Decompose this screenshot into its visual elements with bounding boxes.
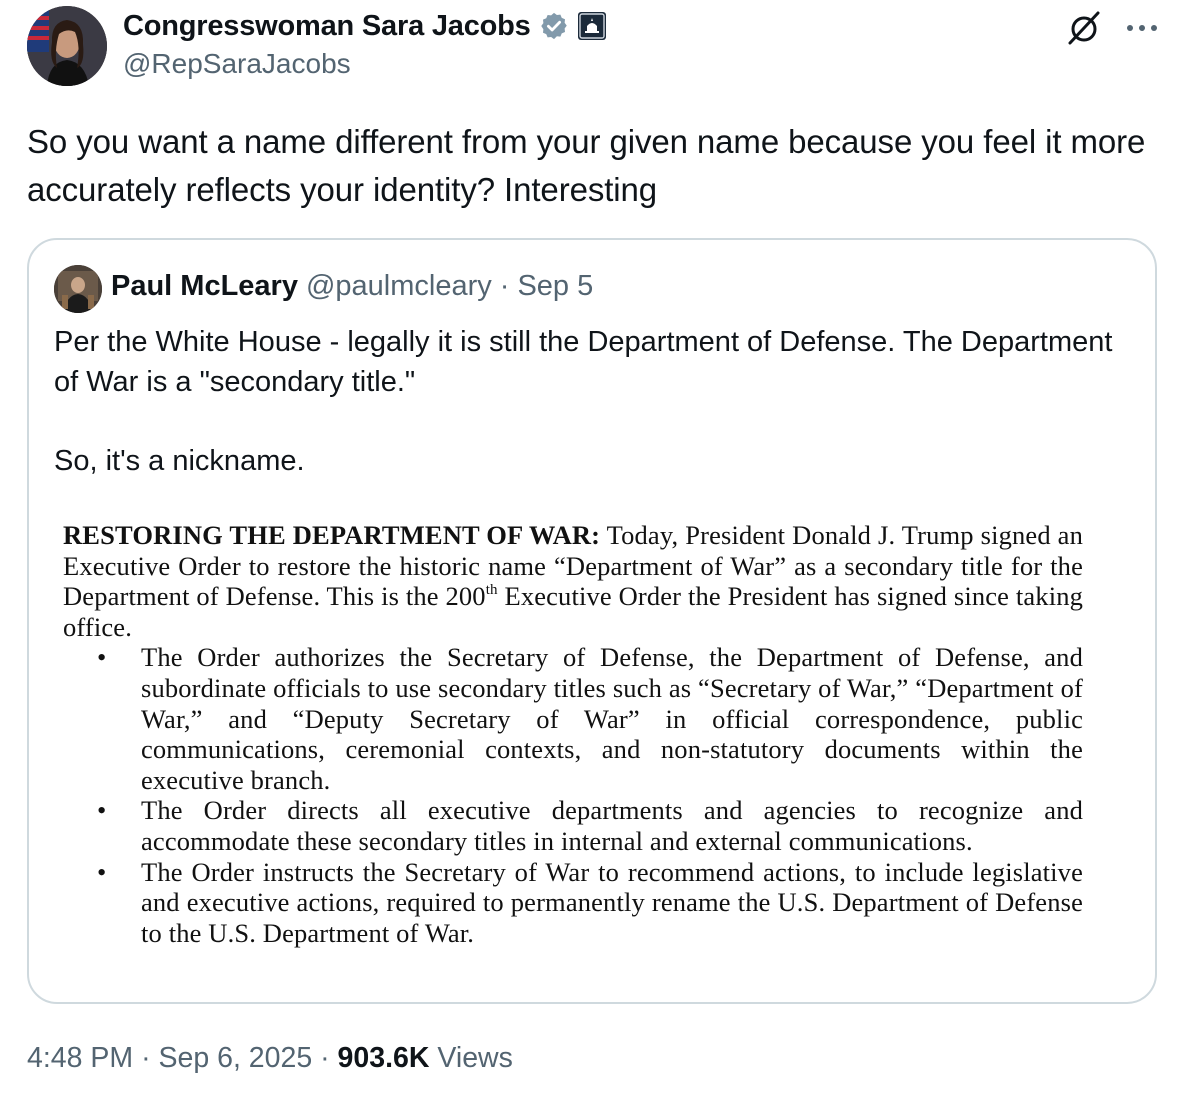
document-bullet-text: The Order authorizes the Secretary of De… <box>141 642 1083 795</box>
document-bullet-item: • The Order directs all executive departm… <box>97 795 1083 856</box>
bullet-marker: • <box>97 856 107 887</box>
document-bullet-item: • The Order authorizes the Secretary of D… <box>97 642 1083 795</box>
document-bullet-text: The Order instructs the Secretary of War… <box>141 856 1083 948</box>
author-display-name[interactable]: Congresswoman Sara Jacobs <box>123 10 531 43</box>
quoted-text-line-1: Per the White House - legally it is stil… <box>54 326 1113 398</box>
tweet-date[interactable]: Sep 6, 2025 <box>158 1042 312 1074</box>
more-options-icon[interactable] <box>1124 18 1160 38</box>
quoted-text-line-2: So, it's a nickname. <box>54 445 305 477</box>
document-intro-sup: th <box>485 582 498 599</box>
views-count[interactable]: 903.6K <box>338 1042 430 1074</box>
quoted-author-avatar[interactable] <box>54 265 102 313</box>
quoted-profile-photo <box>54 265 102 313</box>
document-bullet-text: The Order directs all executive departme… <box>141 795 1083 856</box>
document-heading: RESTORING THE DEPARTMENT OF WAR: <box>63 520 601 550</box>
quoted-separator: · <box>499 270 510 302</box>
quoted-header: Paul McLeary @paulmcleary · Sep 5 <box>111 270 593 303</box>
meta-separator: · <box>320 1042 330 1074</box>
document-bullet-item: • The Order instructs the Secretary of Wa… <box>97 856 1083 949</box>
quoted-author-handle[interactable]: @paulmcleary <box>306 270 492 303</box>
government-affiliation-badge-icon[interactable] <box>577 11 607 41</box>
verified-badge-icon[interactable] <box>539 11 569 41</box>
quoted-tweet-card[interactable]: Paul McLeary @paulmcleary · Sep 5 Per th… <box>27 238 1157 1004</box>
quoted-author-name[interactable]: Paul McLeary <box>111 270 298 303</box>
author-name-row: Congresswoman Sara Jacobs <box>123 6 607 46</box>
document-intro: RESTORING THE DEPARTMENT OF WAR: Today, … <box>63 520 1083 642</box>
quoted-date[interactable]: Sep 5 <box>517 270 593 303</box>
profile-photo <box>27 6 107 86</box>
quoted-text: Per the White House - legally it is stil… <box>54 322 1134 481</box>
views-label: Views <box>437 1042 513 1074</box>
tweet-meta: 4:48 PM · Sep 6, 2025 · 903.6K Views <box>27 1042 513 1075</box>
grok-icon[interactable] <box>1066 10 1102 46</box>
tweet-actions <box>1066 10 1160 46</box>
tweet-text: So you want a name different from your g… <box>27 123 1146 208</box>
tweet-time[interactable]: 4:48 PM <box>27 1042 133 1074</box>
meta-separator: · <box>141 1042 151 1074</box>
author-handle[interactable]: @RepSaraJacobs <box>123 48 351 80</box>
quoted-document-image[interactable]: RESTORING THE DEPARTMENT OF WAR: Today, … <box>63 520 1083 948</box>
bullet-marker: • <box>97 795 107 826</box>
author-avatar[interactable] <box>27 6 107 86</box>
bullet-marker: • <box>97 642 107 673</box>
document-bullet-list: • The Order authorizes the Secretary of D… <box>63 642 1083 948</box>
